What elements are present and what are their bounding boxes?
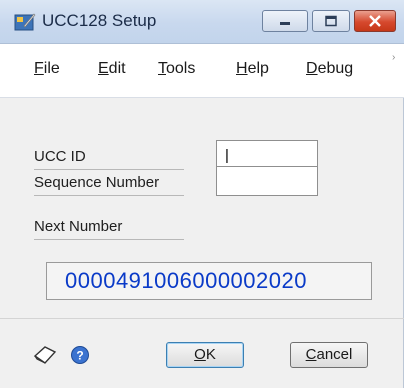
menu-edit[interactable]: Edit (98, 60, 126, 78)
minimize-icon (280, 22, 290, 25)
footer-divider (0, 318, 404, 319)
note-icon[interactable] (32, 344, 58, 366)
maximize-button[interactable] (312, 10, 350, 32)
app-icon (14, 13, 36, 31)
help-icon[interactable]: ? (70, 345, 90, 365)
cancel-button[interactable]: Cancel (290, 342, 368, 368)
title-bar[interactable]: UCC128 Setup (0, 0, 404, 44)
menu-file[interactable]: File (34, 60, 60, 78)
menu-bar: File Edit Tools Help Debug (0, 44, 404, 98)
ucc128-setup-window: UCC128 Setup File Edit Tools Help Debug … (0, 0, 404, 388)
sequence-number-input[interactable] (216, 166, 318, 196)
menu-tools[interactable]: Tools (158, 60, 195, 78)
menu-debug[interactable]: Debug (306, 60, 353, 78)
close-icon (369, 15, 381, 27)
ucc-id-label: UCC ID (34, 148, 184, 170)
ok-button[interactable]: OK (166, 342, 244, 368)
sequence-number-label: Sequence Number (34, 174, 184, 196)
menu-overflow-icon: › (392, 52, 396, 63)
minimize-button[interactable] (262, 10, 308, 32)
next-number-label: Next Number (34, 218, 184, 240)
svg-text:?: ? (76, 349, 83, 363)
window-title: UCC128 Setup (42, 11, 157, 30)
close-button[interactable] (354, 10, 396, 32)
maximize-icon (325, 15, 337, 27)
menu-help[interactable]: Help (236, 60, 269, 78)
next-number-display: 0000491006000002020 (46, 262, 372, 300)
